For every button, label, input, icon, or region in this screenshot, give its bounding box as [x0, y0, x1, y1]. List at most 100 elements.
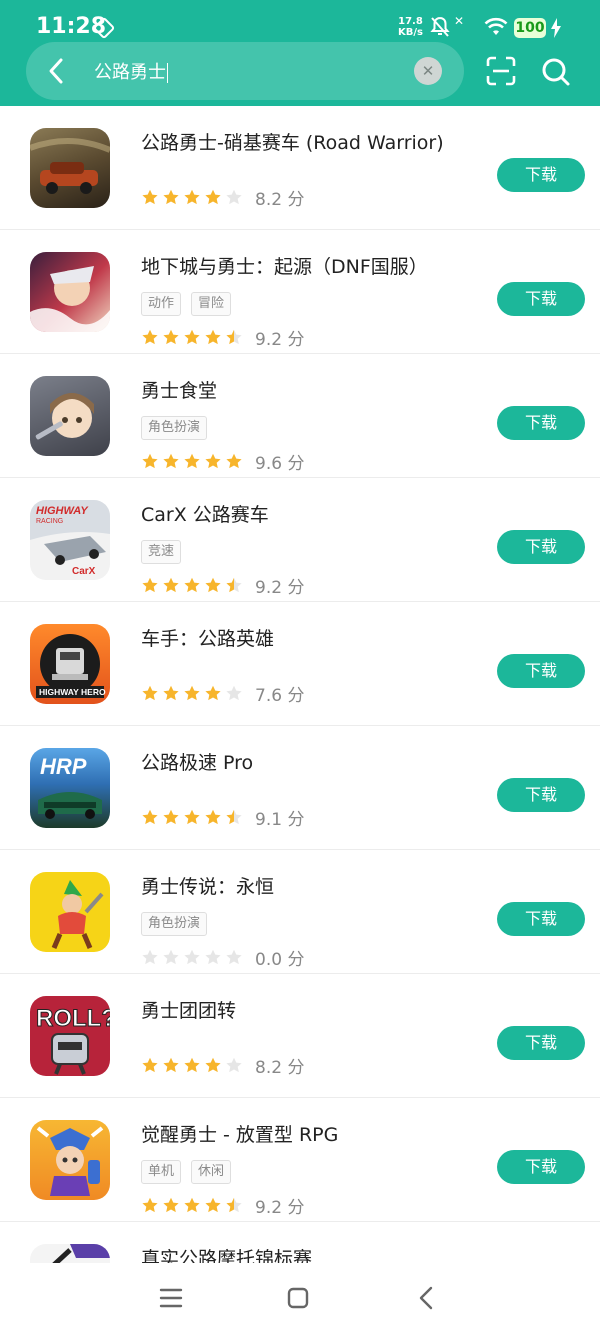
star-filled-icon	[142, 329, 158, 345]
rating-score: 7.6 分	[255, 685, 305, 706]
star-filled-icon	[184, 685, 200, 701]
text-cursor	[167, 63, 168, 83]
tag-list: 单机 休闲	[141, 1160, 232, 1184]
star-filled-icon	[205, 685, 221, 701]
highway-hero-icon: HIGHWAY HERO	[30, 624, 110, 704]
download-button[interactable]: 下载	[497, 406, 585, 440]
star-rating	[141, 1056, 243, 1074]
star-filled-icon	[163, 577, 179, 593]
app-name[interactable]: 觉醒勇士 - 放置型 RPG	[141, 1120, 338, 1147]
roll-icon: ROLL?	[30, 996, 110, 1076]
svg-text:HIGHWAY: HIGHWAY	[36, 505, 89, 517]
menu-icon[interactable]	[159, 1287, 183, 1313]
star-filled-icon	[163, 189, 179, 205]
scan-icon[interactable]	[486, 56, 516, 90]
list-item[interactable]: ROLL? 勇士团团转 8.2 分 下载	[0, 974, 600, 1098]
star-filled-icon	[142, 189, 158, 205]
app-name[interactable]: 车手：公路英雄	[141, 624, 274, 651]
star-half-icon	[226, 809, 242, 825]
star-filled-icon	[205, 329, 221, 345]
list-item[interactable]: 公路勇士-硝基赛车 (Road Warrior) 8.2 分 下载	[0, 106, 600, 230]
star-empty-icon	[163, 949, 179, 965]
star-half-icon	[226, 329, 242, 345]
rating-score: 9.1 分	[255, 809, 305, 830]
star-filled-icon	[142, 1057, 158, 1073]
tag-list: 动作 冒险	[141, 292, 232, 316]
download-button[interactable]: 下载	[497, 902, 585, 936]
star-rating	[141, 452, 243, 470]
star-rating	[141, 684, 243, 702]
list-item[interactable]: HRP 公路极速 Pro 9.1 分 下载	[0, 726, 600, 850]
list-item[interactable]: 勇士食堂 角色扮演 9.6 分 下载	[0, 354, 600, 478]
download-button[interactable]: 下载	[497, 530, 585, 564]
charging-bolt-icon	[550, 18, 562, 42]
rating: 9.2 分	[141, 326, 304, 350]
list-item[interactable]: 觉醒勇士 - 放置型 RPG 单机 休闲 9.2 分 下载	[0, 1098, 600, 1222]
app-name[interactable]: 公路极速 Pro	[141, 748, 253, 775]
rating: 9.2 分	[141, 1194, 305, 1218]
star-filled-icon	[184, 1057, 200, 1073]
download-button[interactable]: 下载	[497, 1150, 585, 1184]
list-item[interactable]: HIGHWAY HERO 车手：公路英雄 7.6 分 下载	[0, 602, 600, 726]
rating-score: 9.2 分	[255, 1197, 305, 1218]
tag: 冒险	[191, 292, 232, 316]
rating-score: 8.2 分	[255, 1057, 305, 1078]
svg-text:ROLL?: ROLL?	[36, 1005, 110, 1032]
star-filled-icon	[163, 809, 179, 825]
mute-bell-icon	[430, 16, 450, 42]
app-name[interactable]: 勇士食堂	[141, 376, 217, 403]
star-empty-icon	[184, 949, 200, 965]
star-filled-icon	[205, 1057, 221, 1073]
network-speed-value: 17.8	[398, 16, 423, 27]
svg-text:HRP: HRP	[40, 754, 87, 779]
search-box[interactable]: 公路勇士 ✕	[26, 42, 464, 100]
rating-score: 9.2 分	[255, 577, 305, 598]
star-filled-icon	[205, 453, 221, 469]
star-filled-icon	[184, 809, 200, 825]
download-button[interactable]: 下载	[497, 282, 585, 316]
star-filled-icon	[184, 577, 200, 593]
awakened-warrior-icon	[30, 1120, 110, 1200]
star-filled-icon	[142, 809, 158, 825]
rating: 8.2 分	[141, 186, 305, 210]
star-filled-icon	[163, 685, 179, 701]
tag: 休闲	[191, 1160, 232, 1184]
hrp-icon: HRP	[30, 748, 110, 828]
app-name[interactable]: 地下城与勇士：起源（DNF国服）	[141, 252, 428, 279]
app-name[interactable]: 勇士传说：永恒	[141, 872, 274, 899]
search-input[interactable]: 公路勇士	[94, 58, 168, 84]
star-rating	[141, 948, 243, 966]
rating-score: 8.2 分	[255, 189, 305, 210]
no-signal-icon: ✕	[454, 14, 465, 28]
app-name[interactable]: 公路勇士-硝基赛车 (Road Warrior)	[141, 128, 444, 155]
list-item[interactable]: 地下城与勇士：起源（DNF国服） 动作 冒险 9.2 分 下载	[0, 230, 600, 354]
app-name[interactable]: 勇士团团转	[141, 996, 236, 1023]
download-button[interactable]: 下载	[497, 158, 585, 192]
home-icon[interactable]	[287, 1287, 309, 1313]
warrior-legend-icon	[30, 872, 110, 952]
star-filled-icon	[184, 1197, 200, 1213]
star-filled-icon	[142, 453, 158, 469]
svg-text:CarX: CarX	[72, 566, 96, 577]
clear-search-button[interactable]: ✕	[414, 57, 442, 85]
app-name[interactable]: CarX 公路赛车	[141, 500, 269, 527]
tag: 角色扮演	[141, 912, 208, 936]
download-button[interactable]: 下载	[497, 654, 585, 688]
back-arrow-icon[interactable]	[46, 56, 66, 90]
tag: 竞速	[141, 540, 182, 564]
list-item[interactable]: HIGHWAY RACING CarX CarX 公路赛车 竞速 9.2 分 下载	[0, 478, 600, 602]
search-icon[interactable]	[541, 57, 571, 91]
network-speed-unit: KB/s	[398, 27, 423, 38]
download-button[interactable]: 下载	[497, 778, 585, 812]
star-filled-icon	[142, 1197, 158, 1213]
star-filled-icon	[184, 329, 200, 345]
star-filled-icon	[205, 189, 221, 205]
network-speed: 17.8 KB/s	[398, 16, 423, 38]
star-filled-icon	[205, 809, 221, 825]
back-icon[interactable]	[418, 1285, 434, 1315]
list-item[interactable]: 勇士传说：永恒 角色扮演 0.0 分 下载	[0, 850, 600, 974]
download-button[interactable]: 下载	[497, 1026, 585, 1060]
road-warrior-icon	[30, 128, 110, 208]
star-rating	[141, 808, 243, 826]
system-nav-bar	[0, 1263, 600, 1333]
